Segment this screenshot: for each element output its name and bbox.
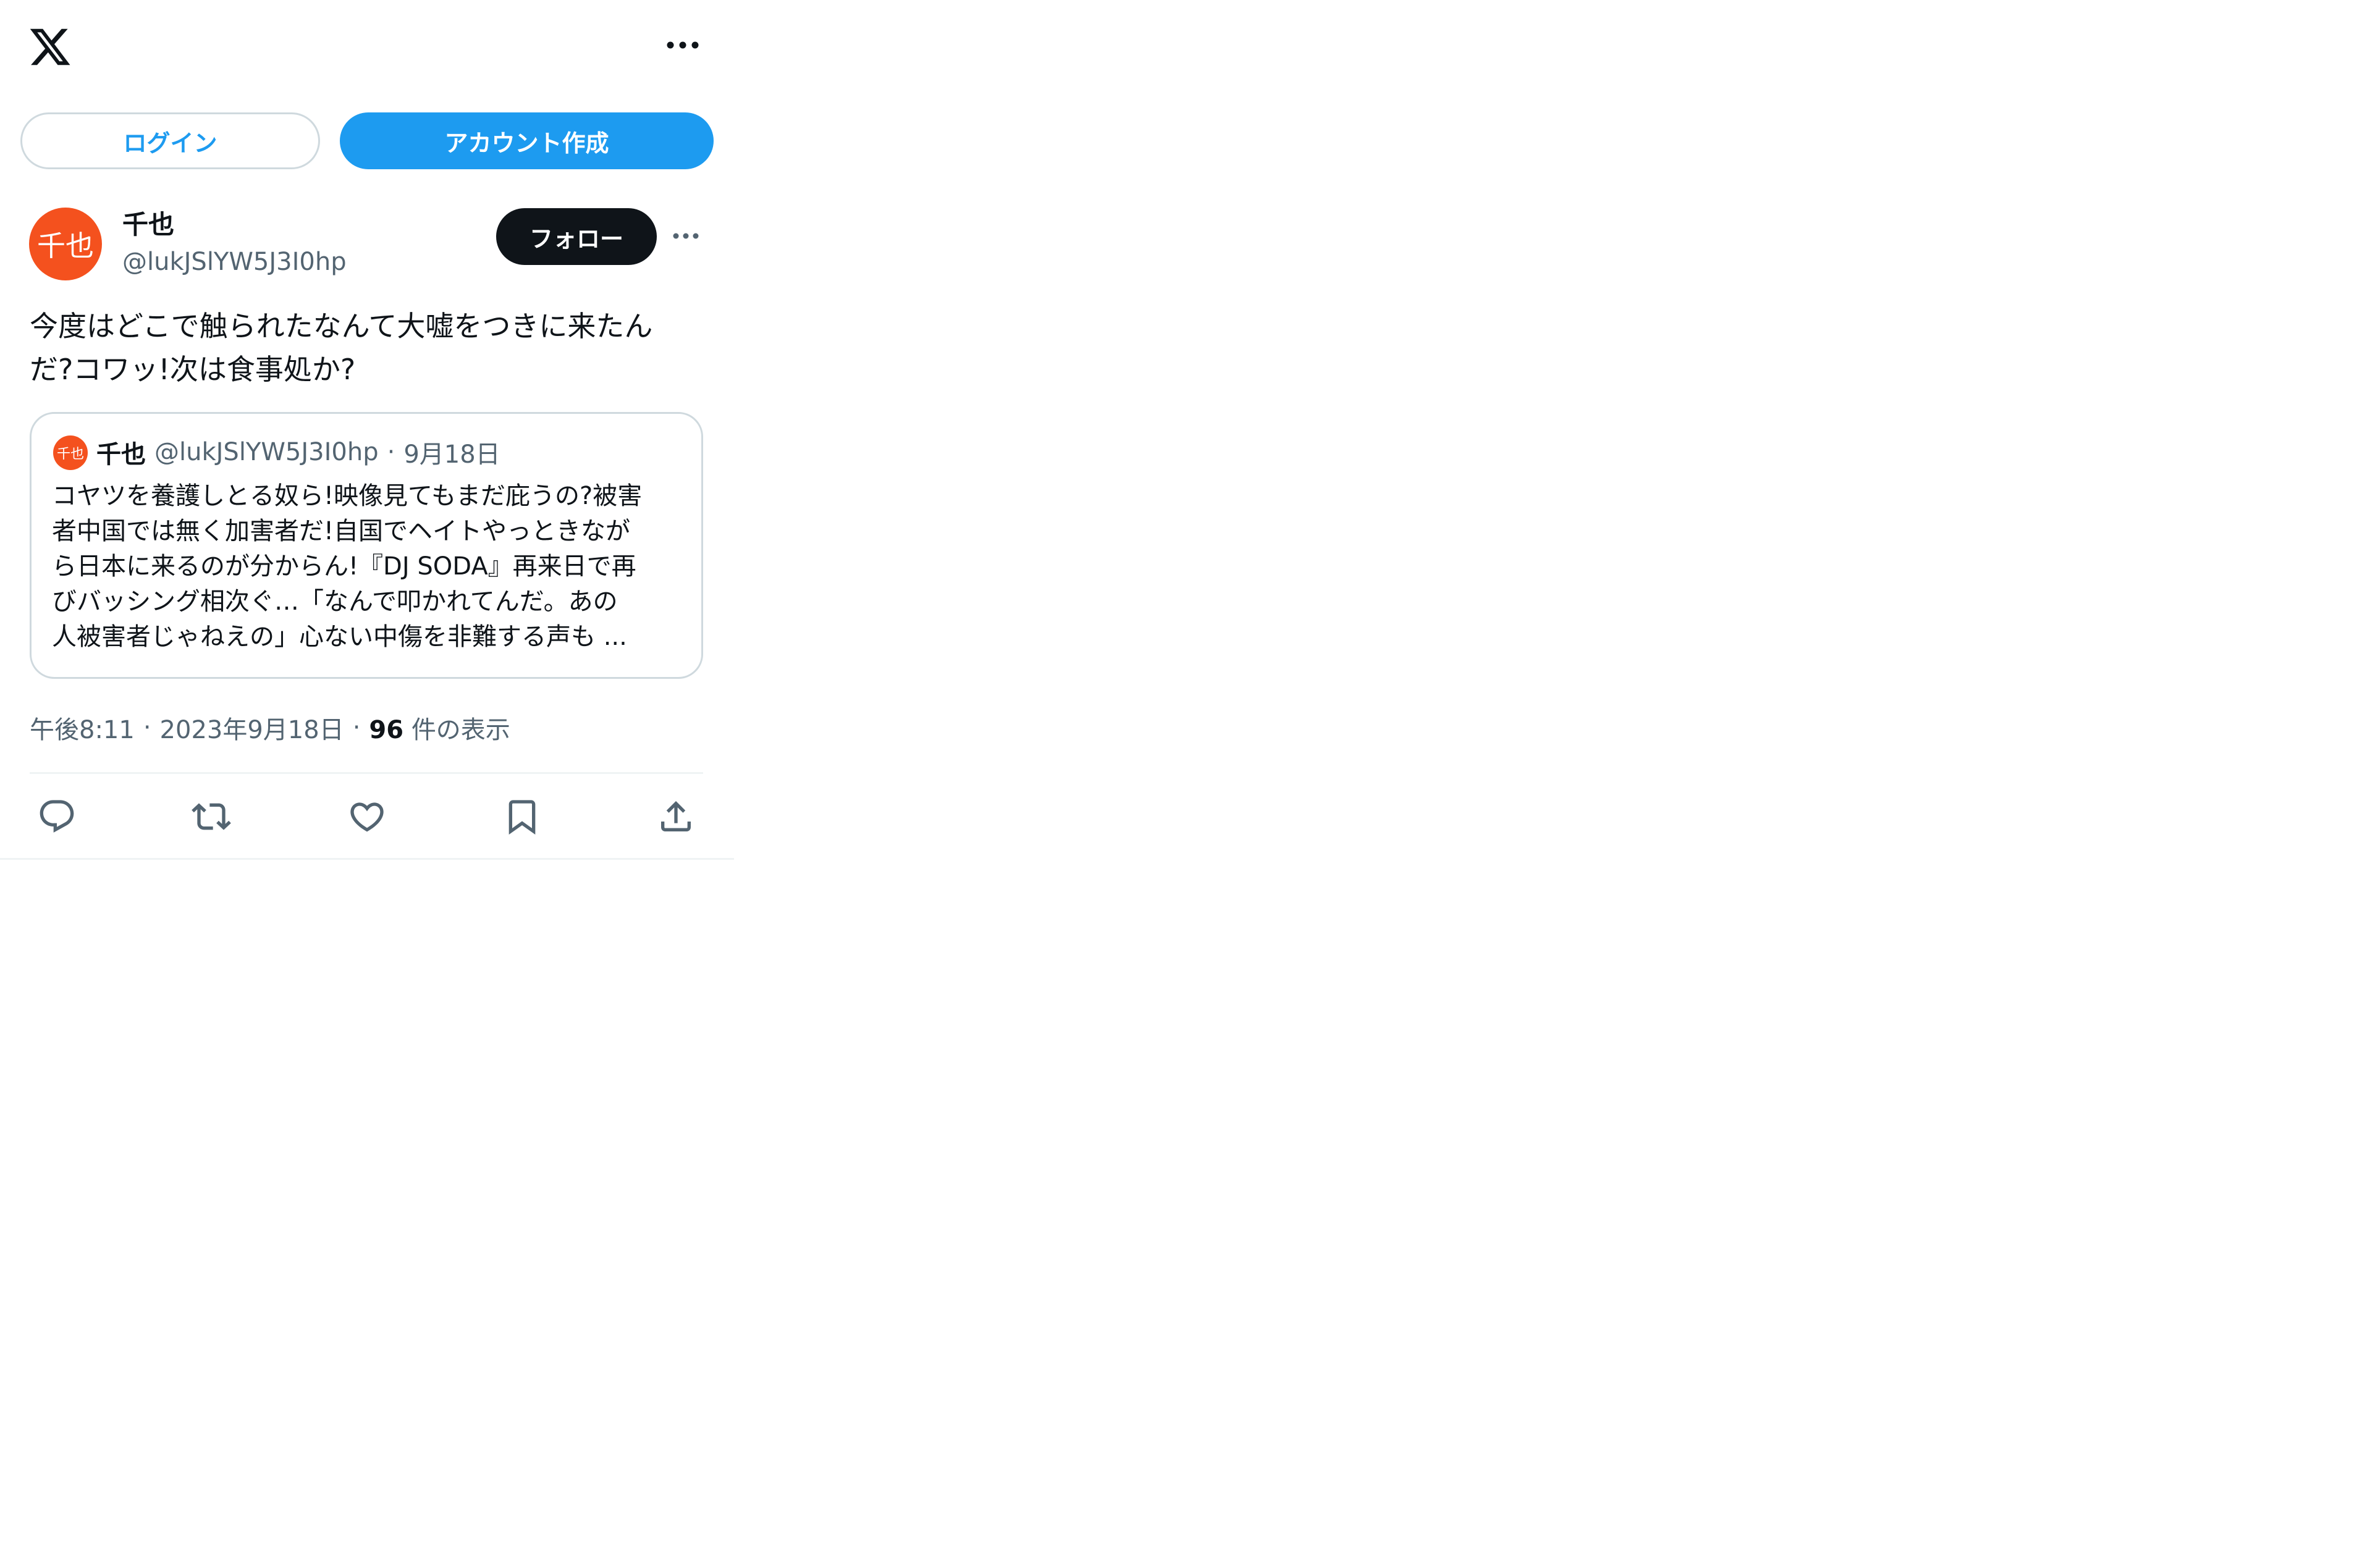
author-handle[interactable]: @lukJSlYW5J3I0hp — [122, 245, 347, 279]
quoted-separator: · — [387, 438, 395, 466]
create-account-button[interactable]: アカウント作成 — [340, 112, 714, 169]
views-count: 96 — [369, 716, 404, 744]
follow-button[interactable]: フォロー — [496, 208, 657, 265]
bookmark-icon[interactable] — [502, 797, 542, 836]
divider — [30, 772, 703, 774]
views-label: 件の表示 — [411, 716, 510, 744]
tweet-meta: 午後8:11 · 2023年9月18日 · 96 件の表示 — [30, 709, 510, 746]
tweet-text: 今度はどこで触られたなんて大嘘をつきに来たん だ?コワッ!次は食事処か? — [30, 309, 653, 386]
quoted-avatar: 千也 — [53, 435, 88, 470]
tweet-time[interactable]: 午後8:11 — [30, 710, 135, 746]
quoted-date: 9月18日 — [403, 440, 500, 469]
x-logo-icon[interactable] — [28, 25, 72, 69]
meta-separator: · — [143, 713, 151, 742]
quoted-tweet[interactable]: 千也 千也 @lukJSlYW5J3I0hp · 9月18日 コヤツを養護しとる… — [30, 412, 703, 679]
reply-icon[interactable] — [37, 797, 77, 836]
author-name[interactable]: 千也 — [122, 208, 174, 242]
avatar[interactable]: 千也 — [29, 208, 102, 280]
retweet-icon[interactable] — [192, 797, 231, 836]
like-icon[interactable] — [347, 797, 387, 836]
more-horizontal-icon[interactable] — [664, 36, 701, 54]
share-icon[interactable] — [656, 797, 696, 836]
quoted-text: コヤツを養護しとる奴ら!映像見てもまだ庇うの?被害 者中国では無く加害者だ!自国… — [52, 482, 643, 651]
tweet-date[interactable]: 2023年9月18日 — [160, 710, 344, 746]
tweet-panel: ログイン アカウント作成 千也 千也 @lukJSlYW5J3I0hp フォロー… — [0, 0, 734, 860]
login-button[interactable]: ログイン — [20, 112, 320, 169]
quoted-author-handle: @lukJSlYW5J3I0hp — [154, 438, 379, 466]
quoted-header: 千也 @lukJSlYW5J3I0hp · 9月18日 — [96, 434, 500, 471]
meta-separator: · — [352, 713, 361, 742]
quoted-author-name: 千也 — [96, 440, 146, 469]
tweet-more-icon[interactable] — [672, 229, 699, 243]
